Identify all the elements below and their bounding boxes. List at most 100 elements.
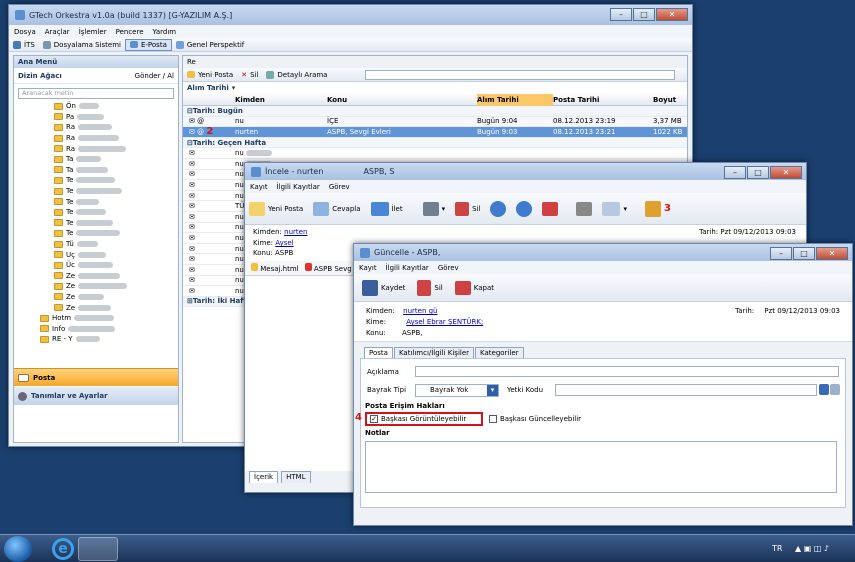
folder-item[interactable]: Ze xyxy=(14,292,178,303)
minimize-button[interactable]: – xyxy=(610,8,632,21)
save-dropdown[interactable]: ▾ xyxy=(419,193,450,224)
folder-item[interactable]: Tü xyxy=(14,239,178,250)
menu-kayit[interactable]: Kayıt xyxy=(250,183,268,191)
check-button[interactable] xyxy=(538,193,562,224)
folder-item[interactable]: Ta xyxy=(14,154,178,165)
start-button[interactable] xyxy=(4,536,32,562)
bayrak-select[interactable]: Bayrak Yok ▾ xyxy=(415,384,499,397)
table-row-selected[interactable]: ✉ @ 2 nurten ASPB, Sevgi Evleri Bugün 9:… xyxy=(183,126,687,138)
gonder-al-button[interactable]: Gönder / Al xyxy=(135,72,174,80)
perspective-eposta[interactable]: E-Posta xyxy=(124,38,172,51)
folder-item[interactable]: Hotm xyxy=(14,313,178,324)
clear-icon[interactable] xyxy=(830,384,840,395)
attachment-pdf[interactable]: ASPB Sevg xyxy=(304,263,352,273)
checkbox-guncelle[interactable]: Başkası Güncelleyebilir xyxy=(489,415,581,423)
language-indicator[interactable]: TR xyxy=(772,544,782,553)
kaydet-button[interactable]: Kaydet xyxy=(358,274,409,301)
maximize-button[interactable]: □ xyxy=(633,8,655,21)
folder-item[interactable]: Ze xyxy=(14,281,178,292)
group-bugun[interactable]: ⊟ Tarih: Bugün xyxy=(183,106,687,117)
folder-item[interactable]: Ön xyxy=(14,101,178,112)
kime-link[interactable]: Aysel xyxy=(275,239,293,247)
edit-button[interactable]: 3 xyxy=(641,193,675,224)
folder-item[interactable]: Ze xyxy=(14,271,178,282)
ilet-button[interactable]: İlet xyxy=(367,193,407,224)
yetki-kodu-input[interactable] xyxy=(555,384,817,396)
kime-link[interactable]: Aysel Ebrar ŞENTÜRK; xyxy=(406,318,483,326)
folder-item[interactable]: Pa xyxy=(14,112,178,123)
table-row[interactable]: ✉ @ nu İÇE Bugün 9:04 08.12.2013 23:19 3… xyxy=(183,116,687,128)
menu-kayit[interactable]: Kayıt xyxy=(359,264,377,272)
cevapla-button[interactable]: Cevapla xyxy=(309,193,364,224)
tab-html[interactable]: HTML xyxy=(281,471,311,483)
tree-search-input[interactable]: Aranacak metin xyxy=(18,88,174,99)
app-taskbar-button[interactable] xyxy=(78,537,118,561)
notlar-textarea[interactable] xyxy=(365,441,837,493)
minimize-button[interactable]: – xyxy=(770,247,792,260)
attachment-html[interactable]: Mesaj.html xyxy=(251,263,299,273)
detayli-arama-button[interactable]: Detaylı Arama xyxy=(262,68,331,81)
maximize-button[interactable]: □ xyxy=(793,247,815,260)
folder-item[interactable]: Te xyxy=(14,175,178,186)
tab-icerik[interactable]: İçerik xyxy=(249,471,279,483)
calendar-button[interactable]: ▾ xyxy=(598,193,631,224)
col-konu[interactable]: Konu xyxy=(327,96,477,104)
yeni-posta-button[interactable]: Yeni Posta xyxy=(183,68,237,81)
menu-gorev[interactable]: Görev xyxy=(438,264,459,272)
print-button[interactable] xyxy=(572,193,596,224)
close-button[interactable]: ✕ xyxy=(770,166,802,179)
minimize-button[interactable]: – xyxy=(724,166,746,179)
perspective-its[interactable]: İTS xyxy=(9,38,39,51)
browse-icon[interactable] xyxy=(819,384,829,395)
col-kimden[interactable]: Kimden xyxy=(235,96,327,104)
menu-gorev[interactable]: Görev xyxy=(329,183,350,191)
tab-kategoriler[interactable]: Kategoriler xyxy=(475,347,524,358)
kapat-button[interactable]: Kapat xyxy=(451,274,498,301)
folder-item[interactable]: Te xyxy=(14,196,178,207)
close-button[interactable]: ✕ xyxy=(816,247,848,260)
yeni-posta-button[interactable]: Yeni Posta xyxy=(245,193,307,224)
maximize-button[interactable]: □ xyxy=(747,166,769,179)
folder-item[interactable]: Te xyxy=(14,207,178,218)
sil-button[interactable]: Sil xyxy=(413,274,446,301)
folder-item[interactable]: Ze xyxy=(14,302,178,313)
ie-icon[interactable]: e xyxy=(52,538,74,560)
up-button[interactable] xyxy=(486,193,510,224)
aciklama-input[interactable] xyxy=(415,366,839,377)
folder-item[interactable]: Te xyxy=(14,186,178,197)
menu-ilgili[interactable]: İlgili Kayıtlar xyxy=(277,183,320,191)
sort-label[interactable]: Alım Tarihi xyxy=(187,84,229,92)
folder-item[interactable]: Üc xyxy=(14,260,178,271)
down-button[interactable] xyxy=(512,193,536,224)
col-boyut[interactable]: Boyut xyxy=(653,96,676,104)
mail-search-input[interactable] xyxy=(365,69,675,80)
folder-item[interactable]: Ra xyxy=(14,143,178,154)
menu-ilgili[interactable]: İlgili Kayıtlar xyxy=(386,264,429,272)
folder-item[interactable]: Te xyxy=(14,218,178,229)
col-posta-tarihi[interactable]: Posta Tarihi xyxy=(553,96,653,104)
menu-islemler[interactable]: İşlemler xyxy=(79,28,107,36)
folder-item[interactable]: Uç xyxy=(14,249,178,260)
menu-pencere[interactable]: Pencere xyxy=(116,28,144,36)
perspective-dosyalama[interactable]: Dosyalama Sistemi xyxy=(39,38,125,51)
menu-dosya[interactable]: Dosya xyxy=(14,28,36,36)
nav-posta[interactable]: Posta xyxy=(14,368,178,386)
sil-button[interactable]: ✕ Sil xyxy=(237,68,262,81)
folder-item[interactable]: Ta xyxy=(14,165,178,176)
folder-item[interactable]: Ra xyxy=(14,133,178,144)
nav-tanimlar[interactable]: Tanımlar ve Ayarlar xyxy=(14,387,178,405)
sil-button[interactable]: Sil xyxy=(451,193,484,224)
menu-yardim[interactable]: Yardım xyxy=(153,28,177,36)
group-gecen-hafta[interactable]: ⊟ Tarih: Geçen Hafta xyxy=(183,137,687,149)
folder-item[interactable]: Te xyxy=(14,228,178,239)
menu-araclar[interactable]: Araçlar xyxy=(45,28,70,36)
tab-katilimci[interactable]: Katılımcı/İlgili Kişiler xyxy=(393,347,475,358)
kimden-link[interactable]: nurten gü xyxy=(403,307,437,315)
tab-posta[interactable]: Posta xyxy=(364,347,393,358)
folder-item[interactable]: Info xyxy=(14,323,178,334)
checkbox-goruntule[interactable]: ✓ Başkası Görüntüleyebilir xyxy=(365,412,483,426)
folder-item[interactable]: RE - Y xyxy=(14,334,178,345)
col-alim-tarihi[interactable]: Alım Tarihi xyxy=(477,93,553,106)
perspective-genel[interactable]: Genel Perspektif xyxy=(172,38,248,51)
close-button[interactable]: ✕ xyxy=(656,8,688,21)
